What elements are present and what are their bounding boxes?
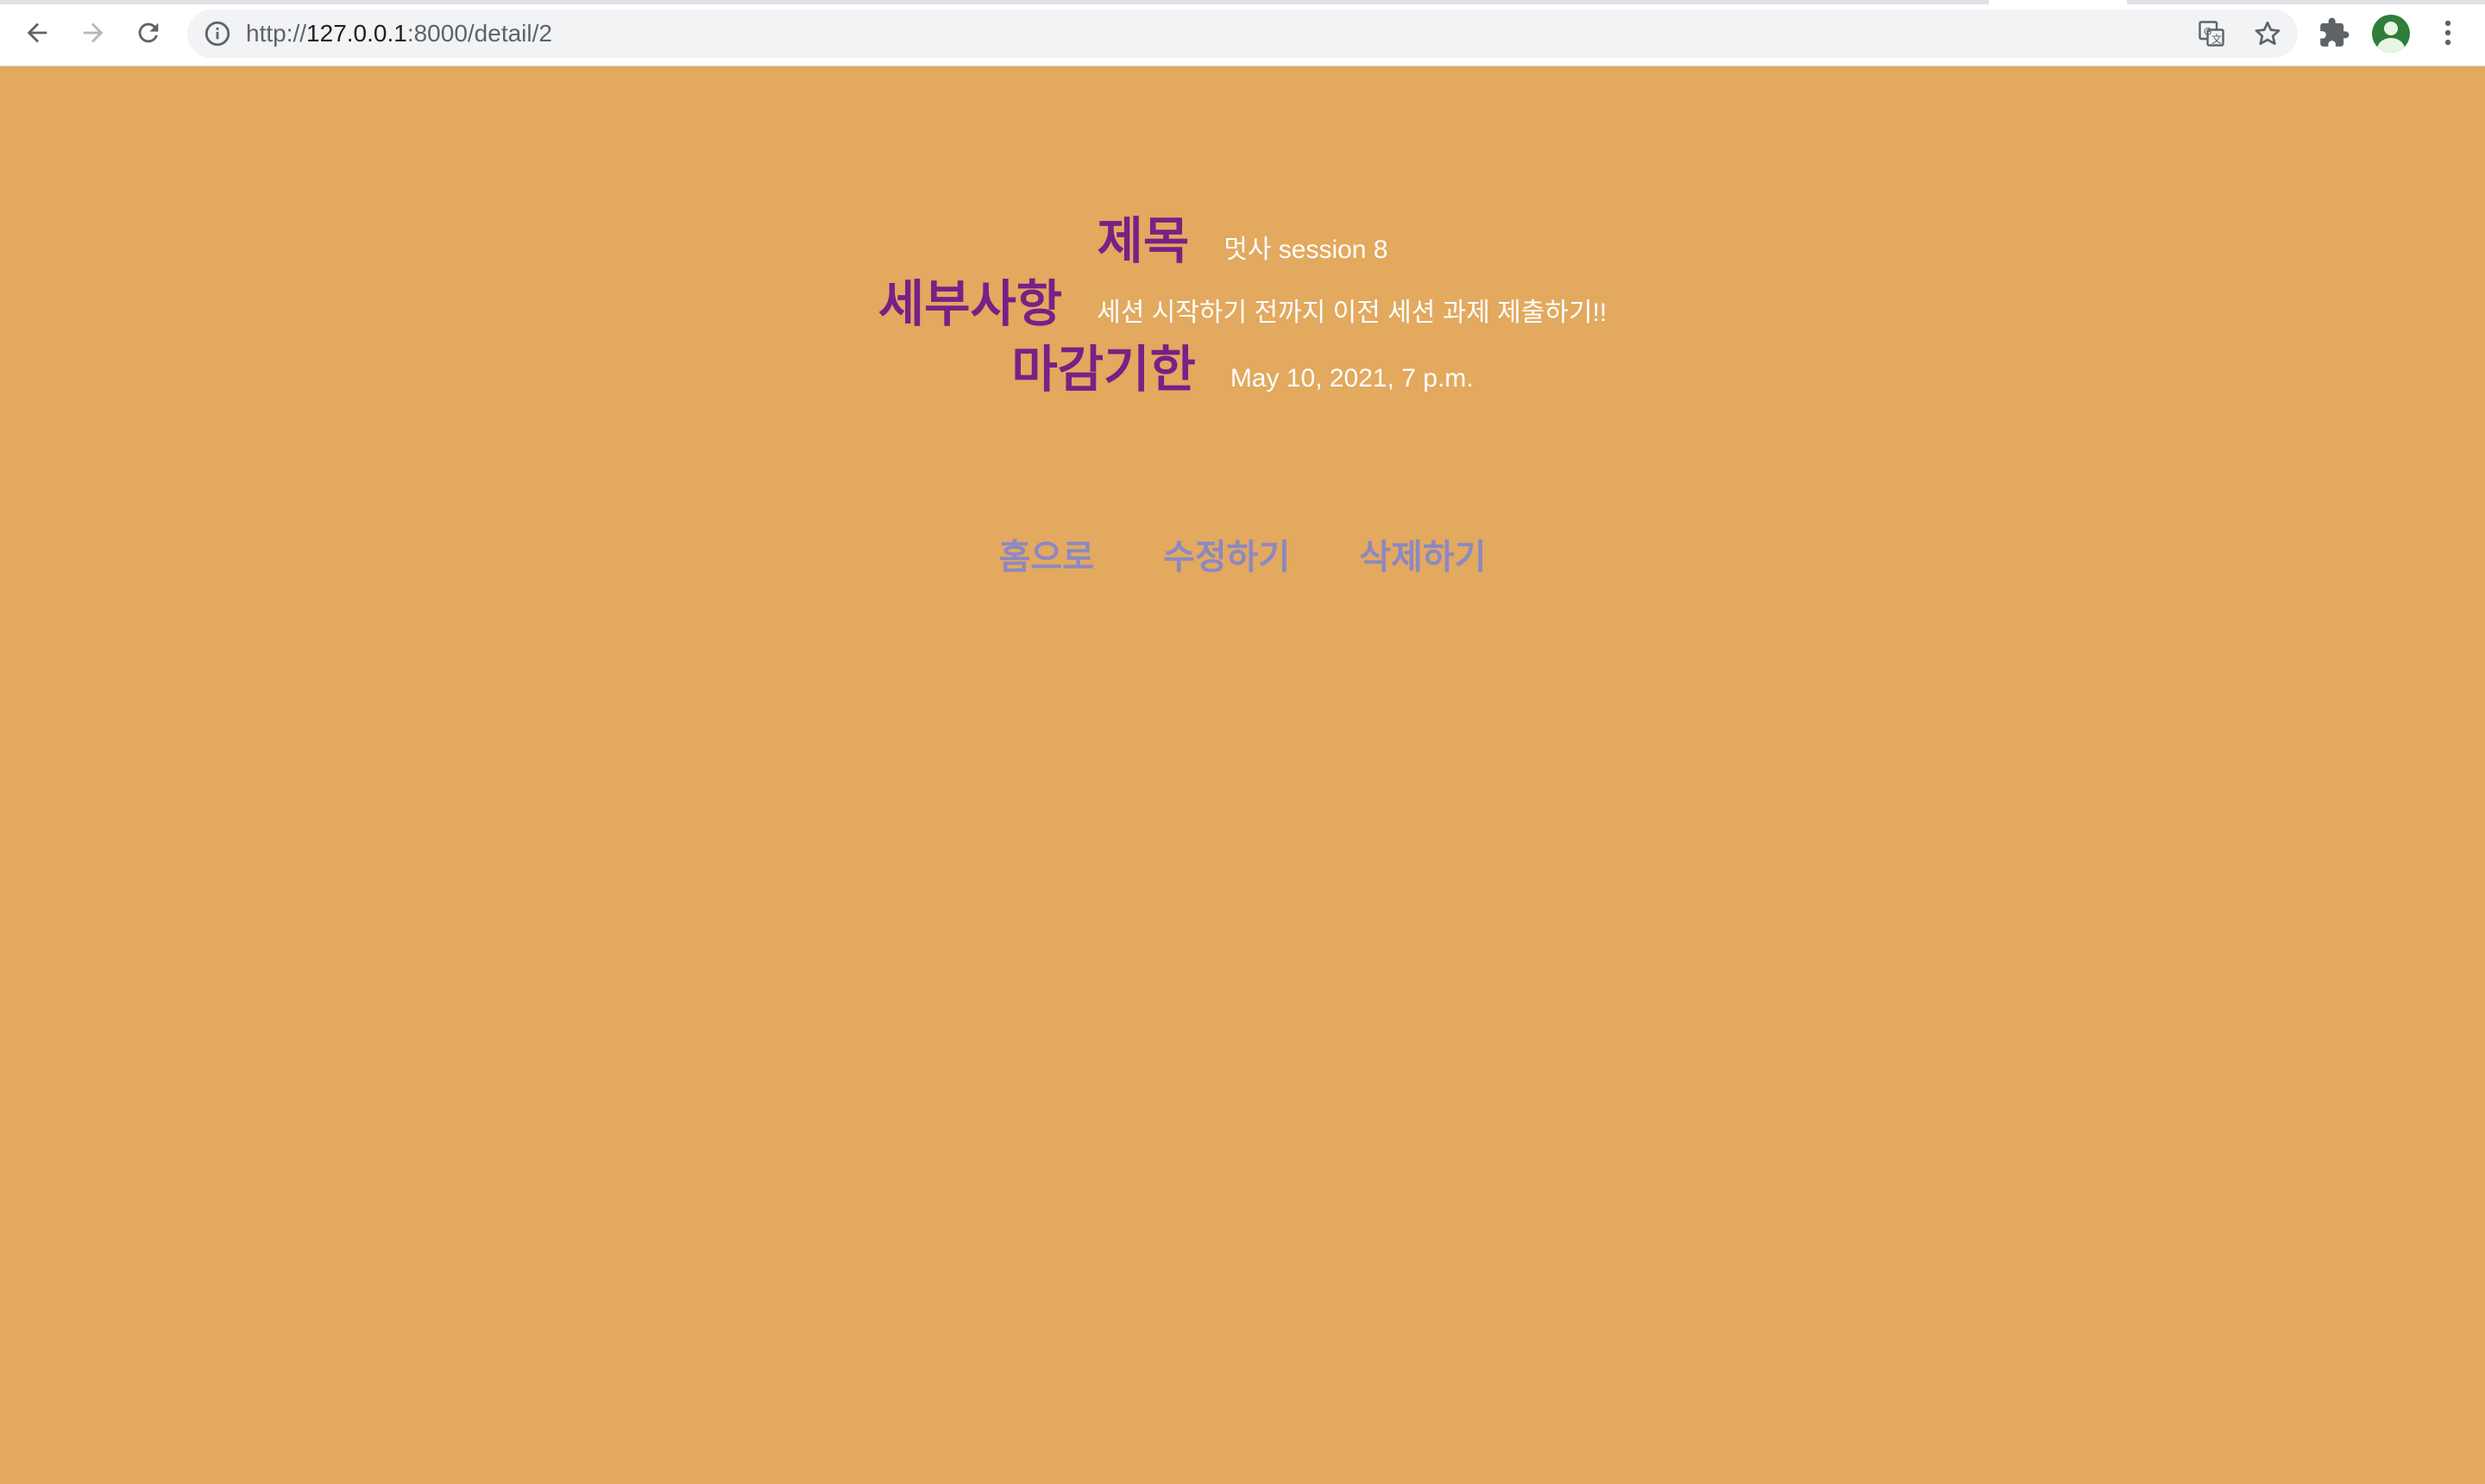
detail-row: 세부사항 세션 시작하기 전까지 이전 세션 과제 제출하기!! — [0, 263, 2485, 336]
kebab-menu-icon[interactable] — [2432, 16, 2464, 49]
title-value: 멋사 session 8 — [1224, 236, 1388, 264]
translate-icon[interactable]: G文 — [2196, 18, 2227, 49]
url-path: :8000/detail/2 — [406, 20, 552, 47]
home-link[interactable]: 홈으로 — [999, 529, 1094, 579]
address-bar[interactable]: http://127.0.0.1:8000/detail/2 G文 — [187, 9, 2298, 58]
tab-strip — [0, 0, 2485, 4]
avatar-body — [2377, 38, 2405, 53]
url-host: 127.0.0.1 — [306, 20, 407, 47]
arrow-right-icon — [83, 22, 104, 43]
avatar[interactable] — [2372, 15, 2410, 53]
page-content: 제목 멋사 session 8 세부사항 세션 시작하기 전까지 이전 세션 과… — [0, 66, 2485, 1484]
avatar-head — [2384, 22, 2398, 35]
svg-text:G: G — [2204, 26, 2211, 38]
star-icon[interactable] — [2252, 18, 2283, 49]
deadline-value: May 10, 2021, 7 p.m. — [1230, 364, 1474, 393]
detail-label: 세부사항 — [878, 276, 1063, 332]
url-prefix: http:// — [246, 20, 307, 47]
deadline-row: 마감기한 May 10, 2021, 7 p.m. — [0, 329, 2485, 401]
arrow-left-icon — [27, 22, 47, 43]
puzzle-icon[interactable] — [2318, 16, 2350, 49]
active-tab[interactable] — [1989, 0, 2127, 4]
back-button[interactable] — [16, 12, 58, 53]
delete-link[interactable]: 삭제하기 — [1359, 529, 1486, 579]
forward-button[interactable] — [72, 12, 114, 53]
info-icon[interactable] — [203, 19, 232, 48]
edit-link[interactable]: 수정하기 — [1163, 529, 1290, 579]
title-label: 제목 — [1097, 213, 1190, 269]
url-text[interactable]: http://127.0.0.1:8000/detail/2 — [246, 20, 552, 47]
reload-button[interactable] — [128, 12, 169, 53]
svg-text:文: 文 — [2211, 33, 2222, 46]
detail-value: 세션 시작하기 전까지 이전 세션 과제 제출하기!! — [1097, 299, 1607, 327]
action-links: 홈으로 수정하기 삭제하기 — [0, 529, 2485, 579]
title-row: 제목 멋사 session 8 — [0, 200, 2485, 273]
browser-toolbar: http://127.0.0.1:8000/detail/2 G文 — [0, 0, 2485, 66]
reload-icon — [138, 22, 159, 43]
deadline-label: 마감기한 — [1011, 342, 1196, 398]
